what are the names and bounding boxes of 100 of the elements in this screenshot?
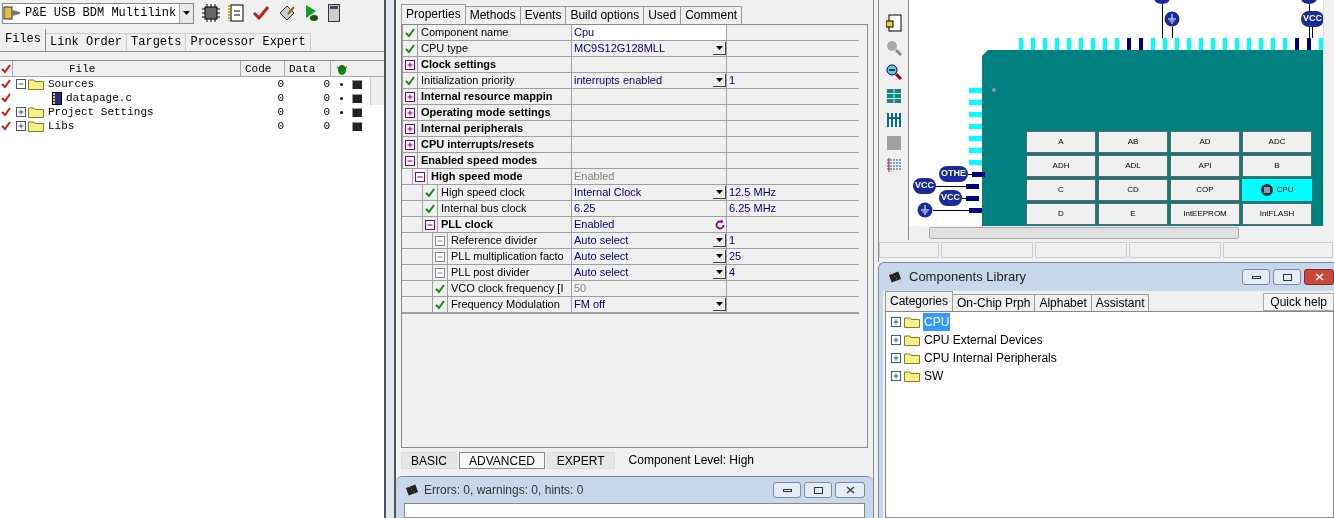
vertical-scrollbar[interactable] [1323, 0, 1334, 226]
inspector-tab[interactable]: Comment [681, 6, 743, 24]
property-value[interactable]: Cpu [572, 24, 595, 41]
level-button[interactable]: EXPERT [546, 451, 615, 469]
dropdown-button[interactable] [713, 298, 726, 311]
chip-icon[interactable] [202, 4, 220, 22]
module-block[interactable]: D [1026, 203, 1096, 225]
inspector-tab[interactable]: Events [520, 6, 567, 24]
device-icon[interactable] [328, 4, 340, 22]
report-icon[interactable] [885, 14, 902, 32]
property-name: PLL post divider [450, 265, 530, 280]
debug-run-icon[interactable] [304, 4, 320, 22]
code-size: 0 [276, 104, 284, 120]
close-button[interactable] [1304, 269, 1334, 285]
property-value[interactable]: interrupts enabled [572, 72, 663, 89]
dropdown-button[interactable] [713, 266, 726, 279]
collapse-icon[interactable] [16, 79, 26, 89]
pins-icon[interactable] [885, 112, 902, 128]
pin [969, 160, 982, 165]
project-tab[interactable]: Targets [127, 33, 187, 51]
collapse-icon[interactable] [405, 155, 415, 166]
table-icon[interactable] [885, 88, 902, 104]
inspector-tab[interactable]: Properties [401, 4, 466, 24]
maximize-icon [1282, 273, 1292, 281]
expand-icon[interactable] [16, 107, 26, 117]
collapse-icon[interactable] [415, 171, 425, 182]
module-block[interactable]: ADL [1098, 155, 1168, 177]
inspector-tab[interactable]: Methods [465, 6, 521, 24]
scroll-thumb[interactable] [929, 227, 1239, 239]
check-icon[interactable] [252, 5, 270, 21]
maximize-button[interactable] [804, 482, 832, 498]
module-block[interactable]: B [1242, 155, 1312, 177]
check-icon [405, 27, 415, 38]
inspector-tab[interactable]: Used [644, 6, 682, 24]
module-block[interactable]: CPU [1242, 179, 1312, 201]
property-value[interactable]: Internal Clock [572, 184, 642, 201]
module-block[interactable]: C [1026, 179, 1096, 201]
reset-icon[interactable] [714, 218, 726, 231]
expand-icon[interactable] [405, 123, 415, 134]
module-block[interactable]: AB [1098, 131, 1168, 153]
library-tab[interactable]: Categories [885, 291, 954, 311]
property-value[interactable]: Enabled [572, 216, 615, 233]
property-result: 4 [728, 265, 736, 281]
project-tab[interactable]: Processor Expert [186, 33, 311, 51]
module-block[interactable]: IntFLASH [1242, 203, 1312, 225]
property-value[interactable]: 50 [572, 280, 587, 297]
property-value[interactable]: FM off [572, 296, 605, 313]
close-button[interactable] [835, 482, 865, 498]
module-block[interactable]: CD [1098, 179, 1168, 201]
expand-icon[interactable] [891, 317, 901, 327]
zoom-out-icon[interactable] [885, 64, 902, 80]
dropdown-button[interactable] [713, 186, 726, 199]
category-item[interactable]: CPU External Devices [923, 331, 1044, 349]
pencil-icon[interactable] [278, 4, 296, 22]
property-value[interactable]: Auto select [572, 264, 629, 281]
list-icon[interactable] [885, 158, 902, 172]
expand-icon[interactable] [405, 139, 415, 150]
quick-help-button[interactable]: Quick help [1263, 293, 1334, 311]
dropdown-button[interactable] [713, 234, 726, 247]
expand-icon[interactable] [891, 371, 901, 381]
dropdown-button[interactable] [713, 42, 726, 55]
level-button[interactable]: BASIC [401, 451, 457, 469]
zoom-icon[interactable] [885, 40, 902, 56]
splitter[interactable] [384, 0, 396, 518]
module-block[interactable]: A [1026, 131, 1096, 153]
module-block[interactable]: ADC [1242, 131, 1312, 153]
module-block[interactable]: API [1170, 155, 1240, 177]
expand-icon[interactable] [405, 91, 415, 102]
column-header[interactable]: File [12, 60, 240, 77]
column-header[interactable]: Data [284, 60, 330, 77]
property-value[interactable]: Auto select [572, 232, 629, 249]
maximize-button[interactable] [1273, 269, 1301, 285]
property-value[interactable]: Auto select [572, 248, 629, 265]
dropdown-button[interactable] [713, 250, 726, 263]
expand-icon[interactable] [405, 107, 415, 118]
module-block[interactable]: COP [1170, 179, 1240, 201]
expand-icon[interactable] [16, 121, 26, 131]
property-value[interactable]: MC9S12G128MLL [572, 40, 666, 57]
module-block[interactable]: E [1098, 203, 1168, 225]
module-block[interactable]: AD [1170, 131, 1240, 153]
category-item[interactable]: CPU Internal Peripherals [923, 349, 1058, 367]
scrollbar[interactable] [370, 77, 384, 105]
minimize-button[interactable] [773, 482, 801, 498]
module-block[interactable]: ADH [1026, 155, 1096, 177]
expand-icon[interactable] [891, 353, 901, 363]
category-item[interactable]: SW [923, 367, 945, 385]
connection-dropdown[interactable]: P&E USB BDM Multilink [2, 2, 194, 24]
module-block[interactable]: IntEEPROM [1170, 203, 1240, 225]
dropdown-button[interactable] [713, 74, 726, 87]
project-tab[interactable]: Link Order [46, 33, 128, 51]
inspector-tab[interactable]: Build options [566, 6, 645, 24]
collapse-icon[interactable] [425, 219, 435, 230]
property-value[interactable]: Enabled [572, 168, 615, 185]
expand-icon[interactable] [891, 335, 901, 345]
expand-icon[interactable] [405, 59, 415, 70]
minimize-button[interactable] [1242, 269, 1270, 285]
document-icon[interactable] [228, 4, 244, 22]
level-button[interactable]: ADVANCED [459, 451, 545, 469]
column-header[interactable]: Code [240, 60, 284, 77]
property-value[interactable]: 6.25 [572, 200, 596, 217]
